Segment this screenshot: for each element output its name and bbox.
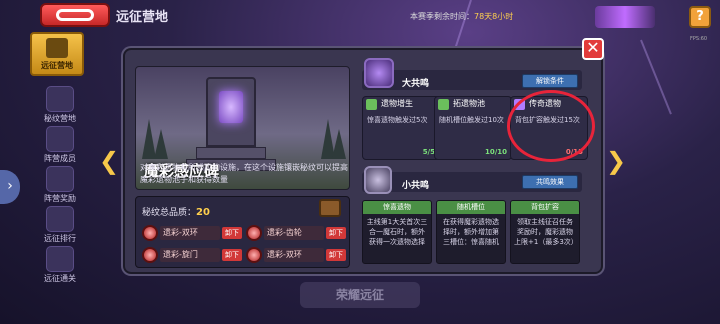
close-button[interactable]: ✕ [582, 38, 604, 60]
boss-portrait-icon[interactable] [595, 6, 655, 28]
sidebar-item-label: 远征通关 [44, 274, 76, 283]
tree [321, 119, 335, 159]
highlight-circle [507, 90, 595, 162]
sidebar-item-ranking[interactable]: 远征排行 [30, 206, 90, 244]
fps-counter: FPS:60 [690, 36, 708, 42]
condition-card: 拓遗物池 随机槽位触发过10次 10/10 [434, 96, 512, 160]
sidebar-item-members[interactable]: 阵营成员 [30, 126, 90, 164]
page-title: 远征营地 [116, 10, 169, 25]
effect-card: 随机槽位 在获得魔彩遗物选择时，额外增加第三槽位：惊喜随机 [436, 200, 506, 264]
condition-title: 遗物增生 [381, 99, 413, 108]
back-arrow-icon [56, 9, 94, 21]
members-icon [46, 126, 74, 152]
pattern-slot[interactable]: 遗彩-齿轮 卸下 [246, 223, 346, 243]
effect-text: 在获得魔彩遗物选择时，额外增加第三槽位：惊喜随机 [443, 218, 499, 246]
sidebar-item-label: 远征营地 [41, 60, 73, 70]
next-arrow-icon[interactable]: ❯ [606, 149, 626, 173]
pattern-slot-name: 遗彩-齿轮 [264, 226, 324, 240]
sidebar-item-label: 远征排行 [44, 234, 76, 243]
unequip-button[interactable]: 卸下 [222, 249, 242, 261]
pattern-quality: 秘纹总品质：20 [142, 205, 210, 218]
crossed-swords-icon [46, 37, 68, 58]
condition-body: 随机槽位触发过10次 [439, 116, 504, 124]
top-bar: 远征营地 本赛季剩余时间：78天8小时 ? [0, 0, 720, 30]
sidebar-item-label: 秘纹营地 [44, 114, 76, 123]
pattern-slot[interactable]: 遗彩-旋门 卸下 [142, 245, 242, 265]
sidebar-item-rune-camp[interactable]: 秘纹营地 [30, 86, 90, 124]
sidebar-item-label: 阵营成员 [44, 154, 76, 163]
effect-card: 惊喜遗物 主线第1大关首次三合一魔石时，额外获得一次遗物选择 [362, 200, 432, 264]
condition-body: 惊喜遗物触发过5次 [367, 116, 428, 124]
small-resonance-icon [364, 166, 392, 194]
back-button[interactable] [40, 3, 110, 27]
effect-title: 背包扩容 [511, 201, 579, 214]
glory-expedition-button[interactable]: 荣耀远征 [300, 282, 420, 308]
big-resonance-icon [364, 58, 394, 88]
tree [154, 129, 168, 159]
chest-icon[interactable] [319, 199, 341, 217]
monument-description: 对魔彩遗物有所感应的设施，在这个设施镶嵌秘纹可以提高魔彩遗物池子和获得数量 [140, 163, 348, 184]
big-resonance-title: 大共鸣 [402, 79, 430, 89]
effect-title: 随机槽位 [437, 201, 505, 214]
effect-title: 惊喜遗物 [363, 201, 431, 214]
pattern-slot-name: 遗彩-双环 [264, 248, 324, 262]
rune-glow-icon [219, 91, 243, 123]
season-time: 78天8小时 [474, 12, 514, 21]
effect-text: 领取主线征召任务奖励时，魔彩遗物上限+1（最多3次） [514, 218, 578, 246]
tree [332, 129, 346, 159]
rune-icon [46, 86, 74, 112]
season-timer: 本赛季剩余时间：78天8小时 [410, 11, 513, 22]
pattern-box: 秘纹总品质：20 遗彩-双环 卸下 遗彩-齿轮 卸下 遗彩-旋门 卸下 遗彩-双环 卸下 [135, 196, 350, 268]
pattern-slot-name: 遗彩-旋门 [160, 248, 220, 262]
effect-card: 背包扩容 领取主线征召任务奖励时，魔彩遗物上限+1（最多3次） [510, 200, 580, 264]
sidebar-item-label: 阵营奖励 [44, 194, 76, 203]
prev-arrow-icon[interactable]: ❮ [99, 149, 119, 173]
condition-card: 遗物增生 惊喜遗物触发过5次 5/5 [362, 96, 440, 160]
reward-icon [46, 166, 74, 192]
pattern-quality-label: 秘纹总品质： [142, 208, 197, 218]
ranking-icon [46, 206, 74, 232]
condition-progress: 10/10 [484, 148, 507, 156]
tree [142, 119, 156, 159]
sidebar-item-rewards[interactable]: 阵营奖励 [30, 166, 90, 204]
unequip-button[interactable]: 卸下 [222, 227, 242, 239]
small-resonance-title: 小共鸣 [402, 181, 430, 191]
condition-title: 拓遗物池 [453, 99, 485, 108]
pattern-slot[interactable]: 遗彩-双环 卸下 [142, 223, 242, 243]
pattern-slot[interactable]: 遗彩-双环 卸下 [246, 245, 346, 265]
sidebar-item-clear[interactable]: 远征通关 [30, 246, 90, 284]
pattern-slot-name: 遗彩-双环 [160, 226, 220, 240]
sidebar-item-expedition-camp[interactable]: 远征营地 [30, 32, 84, 76]
gem-icon [142, 225, 158, 241]
flag-icon [46, 246, 74, 272]
season-label: 本赛季剩余时间： [410, 12, 474, 21]
help-button[interactable]: ? [689, 6, 711, 28]
unequip-button[interactable]: 卸下 [326, 227, 346, 239]
gem-icon [142, 247, 158, 263]
effect-text: 主线第1大关首次三合一魔石时，额外获得一次遗物选择 [366, 218, 428, 246]
unlock-conditions-button[interactable]: 解锁条件 [522, 74, 578, 88]
resonance-effect-button[interactable]: 共鸣效果 [522, 175, 578, 189]
sidebar: 远征营地 秘纹营地 阵营成员 阵营奖励 远征排行 远征通关 [30, 30, 90, 290]
unequip-button[interactable]: 卸下 [326, 249, 346, 261]
pattern-quality-value: 20 [196, 207, 210, 218]
gem-icon [246, 225, 262, 241]
gem-icon [246, 247, 262, 263]
